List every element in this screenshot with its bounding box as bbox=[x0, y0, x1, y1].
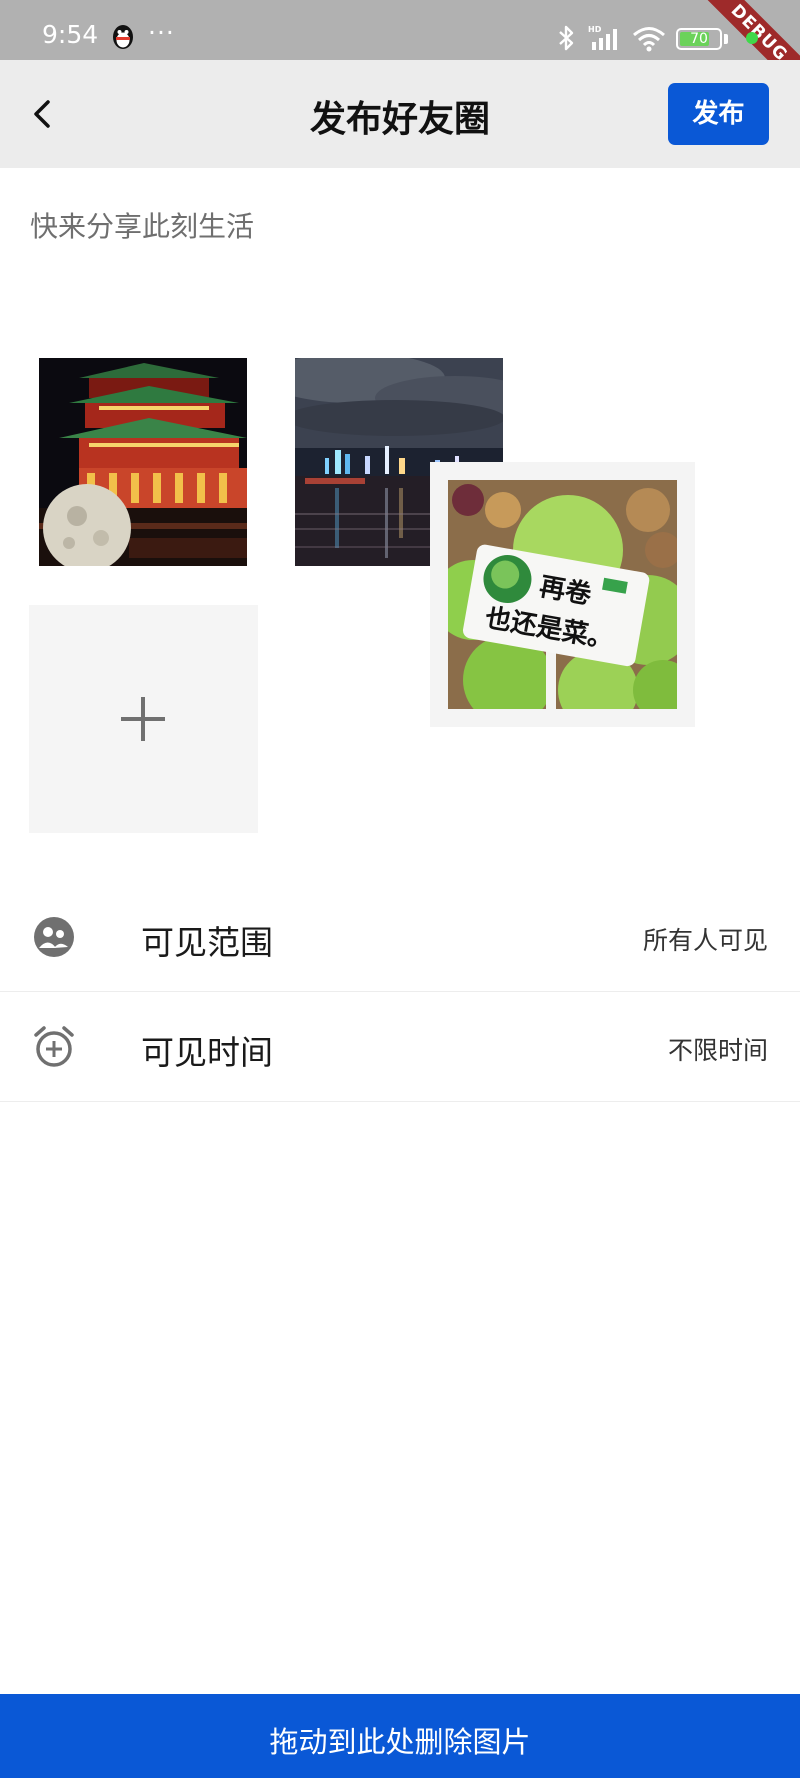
svg-text:HD: HD bbox=[588, 25, 602, 34]
battery-icon: 70 bbox=[676, 28, 722, 50]
visibility-range-row[interactable]: 可见范围 所有人可见 bbox=[0, 882, 800, 992]
visible-time-row[interactable]: 可见时间 不限时间 bbox=[0, 992, 800, 1102]
app-bar: 发布好友圈 发布 bbox=[0, 60, 800, 168]
status-time: 9:54 bbox=[42, 20, 99, 49]
people-icon bbox=[34, 917, 74, 957]
debug-dot bbox=[746, 32, 758, 44]
add-photo-button[interactable] bbox=[29, 605, 258, 833]
qq-penguin-icon bbox=[113, 25, 133, 49]
status-more-dots: ··· bbox=[148, 18, 175, 47]
drag-to-delete-zone[interactable]: 拖动到此处删除图片 bbox=[0, 1694, 800, 1778]
visible-time-value: 不限时间 bbox=[667, 1036, 768, 1065]
photo-thumbnail[interactable]: 再卷 也还是菜。 bbox=[448, 480, 677, 709]
signal-icon: HD bbox=[588, 25, 617, 50]
visibility-range-label: 可见范围 bbox=[141, 923, 273, 962]
alarm-add-icon bbox=[34, 1026, 74, 1067]
post-text-input[interactable] bbox=[30, 196, 770, 256]
pagoda-photo bbox=[39, 358, 247, 566]
screen: 9:54 ··· HD 70 DEBUG 发布好友圈 发布 快来分享此刻生活 再… bbox=[0, 0, 800, 1778]
status-bar: 9:54 ··· HD 70 DEBUG bbox=[0, 0, 800, 96]
visible-time-label: 可见时间 bbox=[141, 1033, 273, 1072]
battery-level: 70 bbox=[690, 31, 708, 47]
photo-thumbnail[interactable] bbox=[39, 358, 247, 566]
publish-button[interactable]: 发布 bbox=[668, 83, 769, 145]
bluetooth-icon bbox=[559, 25, 574, 51]
dragging-photo-card[interactable]: 再卷 也还是菜。 bbox=[430, 462, 695, 727]
plus-icon bbox=[121, 697, 165, 741]
battery-cap bbox=[724, 34, 728, 44]
cabbage-photo: 再卷 也还是菜。 bbox=[448, 480, 677, 709]
visibility-range-value: 所有人可见 bbox=[642, 926, 768, 955]
wifi-icon bbox=[633, 27, 665, 52]
